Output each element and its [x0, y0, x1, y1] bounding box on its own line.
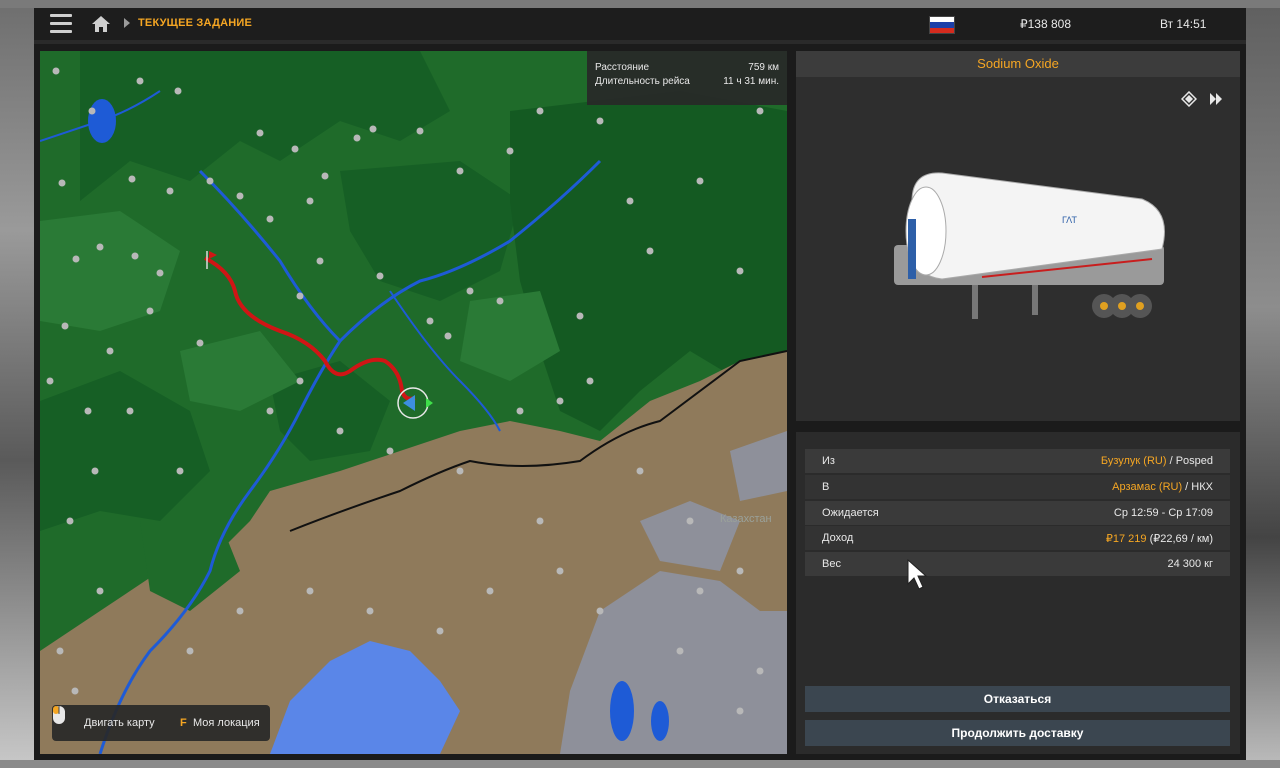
expected-label: Ожидается: [822, 507, 879, 519]
to-company: НКХ: [1191, 481, 1213, 493]
flag-stripe-red: [930, 27, 954, 33]
menu-icon[interactable]: [50, 14, 72, 34]
income-amount: ₽17 219: [1105, 533, 1147, 545]
location-key: F: [180, 717, 187, 729]
from-company: Posped: [1175, 455, 1213, 467]
from-value: Бузулук (RU) / Posped: [1101, 455, 1213, 467]
from-city: Бузулук (RU): [1100, 455, 1167, 467]
income-per-km: (₽22,69 / км): [1146, 533, 1213, 545]
detail-row-income: Доход ₽17 219 (₽22,69 / км): [805, 526, 1230, 550]
my-location-hint[interactable]: Моя локация: [193, 717, 260, 729]
weight-value: 24 300 кг: [1167, 558, 1213, 570]
decline-button[interactable]: Отказаться: [805, 686, 1230, 712]
money-balance: ₽138 808: [1020, 17, 1072, 31]
map-controls-legend: Двигать карту F Моя локация: [52, 705, 270, 741]
mouse-icon: [53, 706, 65, 724]
background-bottom: [0, 760, 1280, 768]
skip-forward-icon[interactable]: [1208, 91, 1224, 107]
game-clock: Вт 14:51: [1160, 17, 1207, 31]
route-map[interactable]: Расстояние 759 км Длительность рейса 11 …: [40, 51, 787, 754]
expected-value: Ср 12:59 - Ср 17:09: [1113, 507, 1213, 519]
detail-row-weight: Вес 24 300 кг: [805, 552, 1230, 576]
main-panel: Расстояние 759 км Длительность рейса 11 …: [34, 44, 1246, 760]
continue-delivery-button[interactable]: Продолжить доставку: [805, 720, 1230, 746]
country-flag: [929, 16, 955, 34]
duration-label: Длительность рейса: [595, 76, 690, 87]
detail-row-expected: Ожидается Ср 12:59 - Ср 17:09: [805, 501, 1230, 525]
to-value: Арзамас (RU) / НКХ: [1112, 481, 1213, 493]
detail-row-from: Из Бузулук (RU) / Posped: [805, 449, 1230, 473]
background-right: [1246, 0, 1280, 768]
tanker-trailer-image: ΓΛΤ: [894, 172, 1165, 319]
from-separator: /: [1166, 455, 1176, 467]
cursor-icon: [907, 558, 928, 590]
country-label: Казахстан: [720, 513, 772, 525]
to-label: В: [822, 481, 830, 493]
home-icon[interactable]: [90, 13, 112, 35]
distance-label: Расстояние: [595, 62, 650, 73]
hazard-diamond-icon[interactable]: [1181, 91, 1197, 107]
to-separator: /: [1182, 481, 1192, 493]
cargo-panel: Sodium Oxide ΓΛΤ: [796, 51, 1240, 421]
background-top: [0, 0, 1280, 8]
breadcrumb: ТЕКУЩЕЕ ЗАДАНИЕ: [138, 17, 253, 29]
map-canvas: [40, 51, 787, 754]
detail-row-to: В Арзамас (RU) / НКХ: [805, 475, 1230, 499]
background-left: [0, 0, 34, 768]
top-bar: ТЕКУЩЕЕ ЗАДАНИЕ ₽138 808 Вт 14:51: [34, 8, 1246, 40]
job-details-panel: Из Бузулук (RU) / Posped В Арзамас (RU) …: [796, 432, 1240, 754]
income-value: ₽17 219 (₽22,69 / км): [1106, 532, 1213, 545]
from-label: Из: [822, 455, 835, 467]
cargo-title: Sodium Oxide: [796, 51, 1240, 77]
distance-value: 759 км: [748, 62, 779, 73]
duration-value: 11 ч 31 мин.: [723, 76, 779, 87]
weight-label: Вес: [822, 558, 841, 570]
trailer-logo: ΓΛΤ: [1062, 215, 1077, 225]
route-info-panel: Расстояние 759 км Длительность рейса 11 …: [587, 51, 787, 105]
income-label: Доход: [822, 532, 854, 544]
move-map-hint: Двигать карту: [84, 717, 155, 729]
breadcrumb-arrow-icon: [124, 18, 130, 28]
to-city: Арзамас (RU): [1112, 481, 1183, 493]
